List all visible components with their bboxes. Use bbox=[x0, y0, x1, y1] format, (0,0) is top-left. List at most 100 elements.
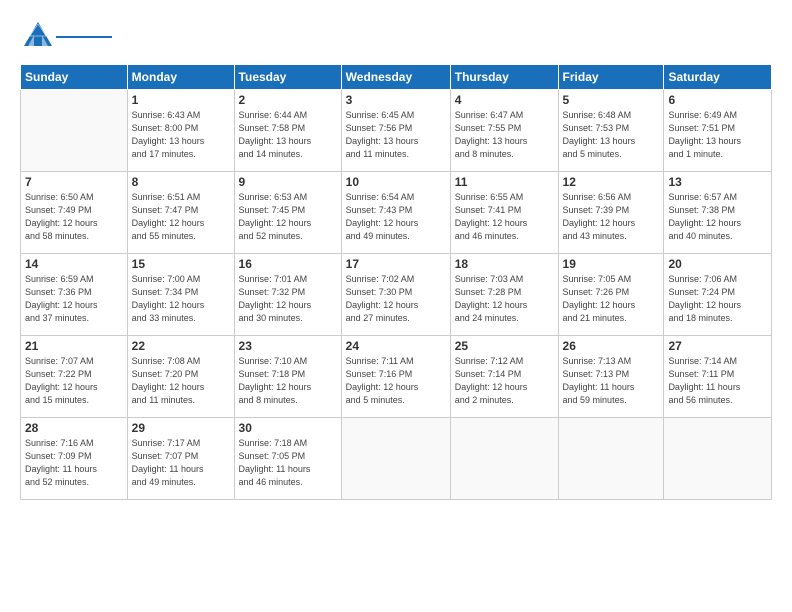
day-number: 17 bbox=[346, 257, 446, 271]
day-number: 4 bbox=[455, 93, 554, 107]
calendar-cell: 9Sunrise: 6:53 AMSunset: 7:45 PMDaylight… bbox=[234, 172, 341, 254]
weekday-header: Wednesday bbox=[341, 65, 450, 90]
day-info: Sunrise: 6:59 AMSunset: 7:36 PMDaylight:… bbox=[25, 273, 123, 325]
week-row: 1 Sunrise: 6:43 AMSunset: 8:00 PMDaylight… bbox=[21, 90, 772, 172]
calendar-cell: 25 Sunrise: 7:12 AMSunset: 7:14 PMDayligh… bbox=[450, 336, 558, 418]
calendar-cell: 13 Sunrise: 6:57 AMSunset: 7:38 PMDayligh… bbox=[664, 172, 772, 254]
day-info: Sunrise: 6:51 AMSunset: 7:47 PMDaylight:… bbox=[132, 191, 230, 243]
day-info: Sunrise: 6:55 AMSunset: 7:41 PMDaylight:… bbox=[455, 191, 554, 243]
logo-underline bbox=[56, 36, 112, 38]
day-number: 12 bbox=[563, 175, 660, 189]
calendar-cell: 18 Sunrise: 7:03 AMSunset: 7:28 PMDayligh… bbox=[450, 254, 558, 336]
calendar-cell bbox=[450, 418, 558, 500]
day-info: Sunrise: 6:48 AMSunset: 7:53 PMDaylight:… bbox=[563, 109, 660, 161]
day-info: Sunrise: 6:56 AMSunset: 7:39 PMDaylight:… bbox=[563, 191, 660, 243]
calendar-cell: 19 Sunrise: 7:05 AMSunset: 7:26 PMDayligh… bbox=[558, 254, 664, 336]
day-info: Sunrise: 7:14 AMSunset: 7:11 PMDaylight:… bbox=[668, 355, 767, 407]
calendar-table: SundayMondayTuesdayWednesdayThursdayFrid… bbox=[20, 64, 772, 500]
calendar-cell: 7 Sunrise: 6:50 AMSunset: 7:49 PMDaylight… bbox=[21, 172, 128, 254]
calendar-cell: 26 Sunrise: 7:13 AMSunset: 7:13 PMDayligh… bbox=[558, 336, 664, 418]
calendar-cell: 8Sunrise: 6:51 AMSunset: 7:47 PMDaylight… bbox=[127, 172, 234, 254]
day-number: 6 bbox=[668, 93, 767, 107]
day-info: Sunrise: 6:57 AMSunset: 7:38 PMDaylight:… bbox=[668, 191, 767, 243]
day-number: 13 bbox=[668, 175, 767, 189]
calendar-cell: 16 Sunrise: 7:01 AMSunset: 7:32 PMDayligh… bbox=[234, 254, 341, 336]
calendar-cell: 24Sunrise: 7:11 AMSunset: 7:16 PMDayligh… bbox=[341, 336, 450, 418]
day-number: 7 bbox=[25, 175, 123, 189]
day-number: 28 bbox=[25, 421, 123, 435]
day-info: Sunrise: 6:43 AMSunset: 8:00 PMDaylight:… bbox=[132, 109, 230, 161]
day-number: 2 bbox=[239, 93, 337, 107]
logo-icon bbox=[20, 18, 56, 54]
day-info: Sunrise: 6:47 AMSunset: 7:55 PMDaylight:… bbox=[455, 109, 554, 161]
day-number: 26 bbox=[563, 339, 660, 353]
day-info: Sunrise: 7:02 AMSunset: 7:30 PMDaylight:… bbox=[346, 273, 446, 325]
week-row: 21 Sunrise: 7:07 AMSunset: 7:22 PMDayligh… bbox=[21, 336, 772, 418]
calendar-cell bbox=[558, 418, 664, 500]
weekday-header: Tuesday bbox=[234, 65, 341, 90]
day-number: 9 bbox=[239, 175, 337, 189]
calendar-cell: 15Sunrise: 7:00 AMSunset: 7:34 PMDayligh… bbox=[127, 254, 234, 336]
calendar-cell: 4 Sunrise: 6:47 AMSunset: 7:55 PMDaylight… bbox=[450, 90, 558, 172]
day-info: Sunrise: 7:06 AMSunset: 7:24 PMDaylight:… bbox=[668, 273, 767, 325]
day-number: 3 bbox=[346, 93, 446, 107]
weekday-header: Saturday bbox=[664, 65, 772, 90]
calendar-cell: 22 Sunrise: 7:08 AMSunset: 7:20 PMDayligh… bbox=[127, 336, 234, 418]
day-number: 10 bbox=[346, 175, 446, 189]
day-info: Sunrise: 7:08 AMSunset: 7:20 PMDaylight:… bbox=[132, 355, 230, 407]
calendar-cell: 14 Sunrise: 6:59 AMSunset: 7:36 PMDayligh… bbox=[21, 254, 128, 336]
day-info: Sunrise: 7:07 AMSunset: 7:22 PMDaylight:… bbox=[25, 355, 123, 407]
calendar-cell: 11 Sunrise: 6:55 AMSunset: 7:41 PMDayligh… bbox=[450, 172, 558, 254]
calendar-cell: 1 Sunrise: 6:43 AMSunset: 8:00 PMDaylight… bbox=[127, 90, 234, 172]
calendar-cell: 6 Sunrise: 6:49 AMSunset: 7:51 PMDaylight… bbox=[664, 90, 772, 172]
calendar-cell: 5 Sunrise: 6:48 AMSunset: 7:53 PMDaylight… bbox=[558, 90, 664, 172]
day-info: Sunrise: 7:01 AMSunset: 7:32 PMDaylight:… bbox=[239, 273, 337, 325]
day-info: Sunrise: 6:49 AMSunset: 7:51 PMDaylight:… bbox=[668, 109, 767, 161]
day-number: 27 bbox=[668, 339, 767, 353]
weekday-header: Thursday bbox=[450, 65, 558, 90]
calendar-cell: 12 Sunrise: 6:56 AMSunset: 7:39 PMDayligh… bbox=[558, 172, 664, 254]
calendar-cell bbox=[21, 90, 128, 172]
calendar-cell: 17 Sunrise: 7:02 AMSunset: 7:30 PMDayligh… bbox=[341, 254, 450, 336]
calendar-cell: 21 Sunrise: 7:07 AMSunset: 7:22 PMDayligh… bbox=[21, 336, 128, 418]
day-info: Sunrise: 7:11 AMSunset: 7:16 PMDaylight:… bbox=[346, 355, 446, 407]
day-info: Sunrise: 7:16 AMSunset: 7:09 PMDaylight:… bbox=[25, 437, 123, 489]
day-info: Sunrise: 7:00 AMSunset: 7:34 PMDaylight:… bbox=[132, 273, 230, 325]
calendar-cell: 27 Sunrise: 7:14 AMSunset: 7:11 PMDayligh… bbox=[664, 336, 772, 418]
day-number: 16 bbox=[239, 257, 337, 271]
day-number: 19 bbox=[563, 257, 660, 271]
day-number: 25 bbox=[455, 339, 554, 353]
day-info: Sunrise: 7:13 AMSunset: 7:13 PMDaylight:… bbox=[563, 355, 660, 407]
day-number: 1 bbox=[132, 93, 230, 107]
weekday-header: Monday bbox=[127, 65, 234, 90]
weekday-header-row: SundayMondayTuesdayWednesdayThursdayFrid… bbox=[21, 65, 772, 90]
week-row: 7 Sunrise: 6:50 AMSunset: 7:49 PMDaylight… bbox=[21, 172, 772, 254]
day-number: 23 bbox=[239, 339, 337, 353]
day-info: Sunrise: 7:03 AMSunset: 7:28 PMDaylight:… bbox=[455, 273, 554, 325]
day-info: Sunrise: 7:10 AMSunset: 7:18 PMDaylight:… bbox=[239, 355, 337, 407]
day-number: 30 bbox=[239, 421, 337, 435]
calendar-cell: 2Sunrise: 6:44 AMSunset: 7:58 PMDaylight… bbox=[234, 90, 341, 172]
day-number: 21 bbox=[25, 339, 123, 353]
calendar-cell: 29 Sunrise: 7:17 AMSunset: 7:07 PMDayligh… bbox=[127, 418, 234, 500]
day-info: Sunrise: 7:05 AMSunset: 7:26 PMDaylight:… bbox=[563, 273, 660, 325]
day-info: Sunrise: 7:12 AMSunset: 7:14 PMDaylight:… bbox=[455, 355, 554, 407]
day-number: 14 bbox=[25, 257, 123, 271]
weekday-header: Sunday bbox=[21, 65, 128, 90]
day-info: Sunrise: 7:18 AMSunset: 7:05 PMDaylight:… bbox=[239, 437, 337, 489]
day-info: Sunrise: 7:17 AMSunset: 7:07 PMDaylight:… bbox=[132, 437, 230, 489]
day-number: 22 bbox=[132, 339, 230, 353]
day-number: 29 bbox=[132, 421, 230, 435]
calendar-page: SundayMondayTuesdayWednesdayThursdayFrid… bbox=[0, 0, 792, 612]
day-number: 5 bbox=[563, 93, 660, 107]
calendar-cell bbox=[341, 418, 450, 500]
day-number: 11 bbox=[455, 175, 554, 189]
logo-combined bbox=[20, 18, 112, 54]
calendar-cell: 23 Sunrise: 7:10 AMSunset: 7:18 PMDayligh… bbox=[234, 336, 341, 418]
day-info: Sunrise: 6:50 AMSunset: 7:49 PMDaylight:… bbox=[25, 191, 123, 243]
calendar-cell: 10Sunrise: 6:54 AMSunset: 7:43 PMDayligh… bbox=[341, 172, 450, 254]
calendar-cell bbox=[664, 418, 772, 500]
week-row: 28 Sunrise: 7:16 AMSunset: 7:09 PMDayligh… bbox=[21, 418, 772, 500]
day-number: 18 bbox=[455, 257, 554, 271]
week-row: 14 Sunrise: 6:59 AMSunset: 7:36 PMDayligh… bbox=[21, 254, 772, 336]
